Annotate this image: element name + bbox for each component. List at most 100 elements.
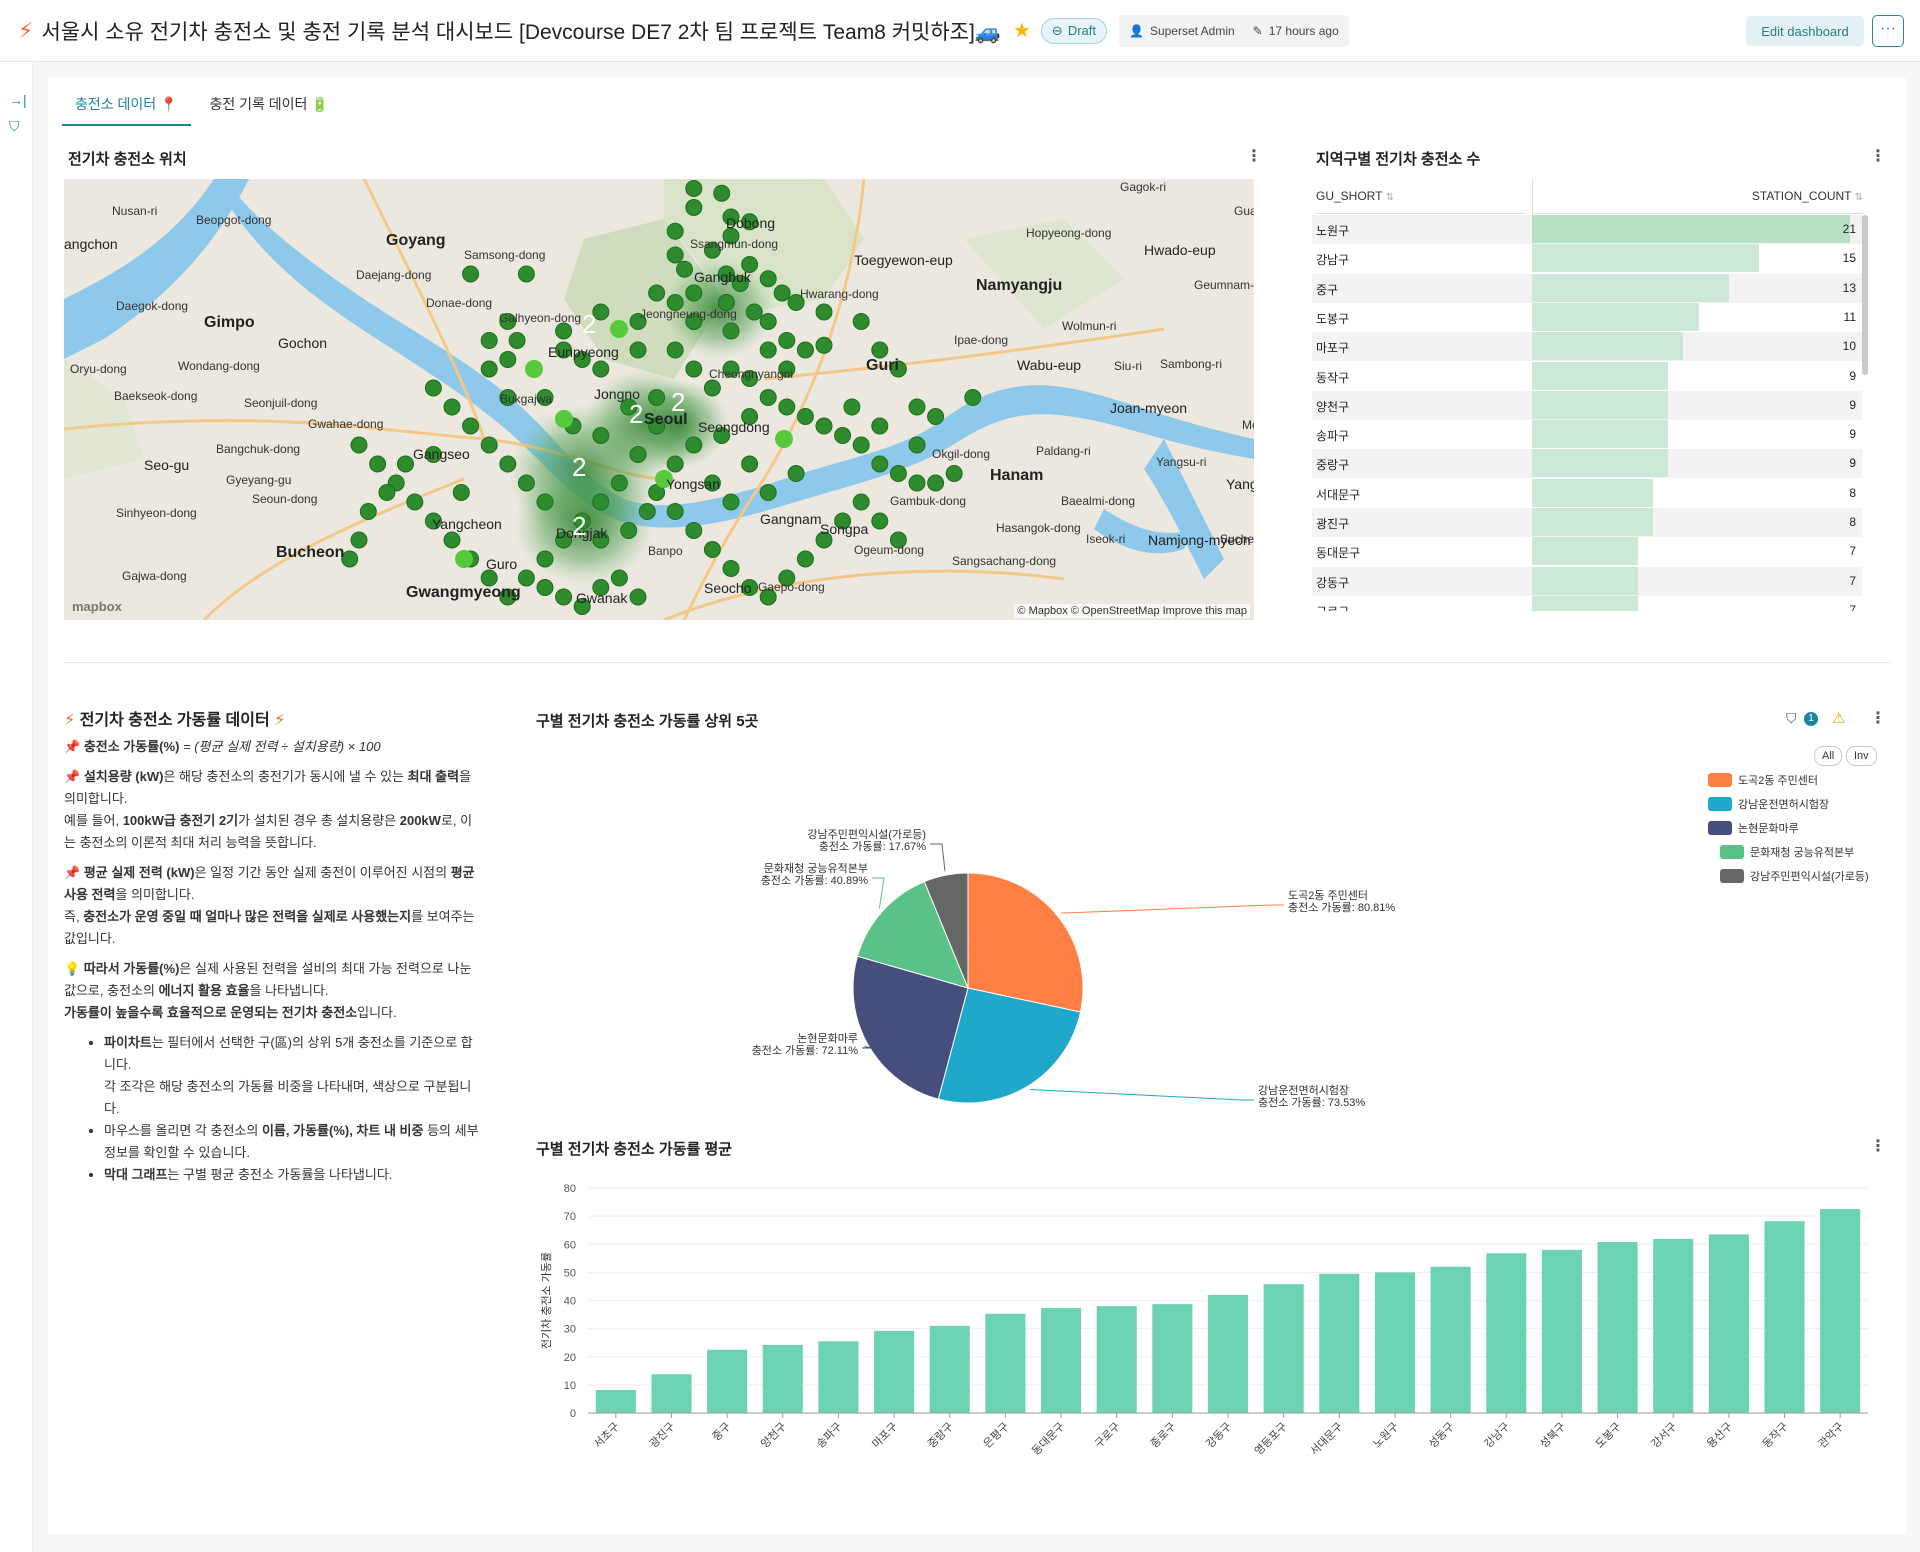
favorite-star-icon[interactable]: ★ xyxy=(1013,18,1031,43)
station-marker[interactable] xyxy=(666,503,684,520)
table-row[interactable]: 마포구 10 xyxy=(1312,332,1862,362)
station-marker[interactable] xyxy=(852,313,870,330)
station-marker[interactable] xyxy=(555,588,573,606)
station-marker[interactable] xyxy=(722,560,740,577)
bar[interactable] xyxy=(929,1325,970,1413)
bar[interactable] xyxy=(1152,1304,1193,1413)
station-marker[interactable] xyxy=(908,436,926,454)
station-marker[interactable] xyxy=(443,398,461,416)
station-marker[interactable] xyxy=(796,341,814,359)
more-options-button[interactable]: ··· xyxy=(1872,15,1904,47)
station-marker[interactable] xyxy=(945,465,963,482)
station-marker[interactable] xyxy=(685,284,703,302)
edit-dashboard-button[interactable]: Edit dashboard xyxy=(1746,16,1864,46)
column-header-gu[interactable]: GU_SHORT ⇅ xyxy=(1316,179,1526,214)
station-marker[interactable] xyxy=(676,260,693,278)
cluster-count[interactable]: 2 xyxy=(572,511,586,542)
cluster-count[interactable]: 2 xyxy=(629,399,643,430)
table-row[interactable]: 강남구 15 xyxy=(1312,244,1862,273)
station-marker[interactable] xyxy=(555,322,573,340)
station-marker[interactable] xyxy=(592,427,610,444)
station-map[interactable]: Nusan-ri Beopgot-dong Goyang angchon Sam… xyxy=(64,179,1254,620)
station-marker[interactable] xyxy=(703,379,721,397)
station-marker[interactable] xyxy=(843,398,861,416)
table-row[interactable]: 중구 13 xyxy=(1312,273,1862,303)
cluster-count[interactable]: 2 xyxy=(572,452,586,483)
station-marker[interactable] xyxy=(499,351,517,368)
column-header-count[interactable]: STATION_COUNT ⇅ xyxy=(1532,179,1863,214)
tab-charging-records[interactable]: 충전 기록 데이터 🔋 xyxy=(197,78,342,126)
station-marker[interactable] xyxy=(871,417,889,435)
bar[interactable] xyxy=(1374,1272,1415,1413)
filter-indicator-icon[interactable]: ⛉ xyxy=(1786,710,1797,727)
dashboard-title[interactable]: 서울시 소유 전기차 충전소 및 충전 기록 분석 대시보드 [Devcours… xyxy=(41,16,1001,46)
legend-select-all-button[interactable]: All xyxy=(1814,746,1843,766)
station-marker[interactable] xyxy=(455,550,473,568)
station-marker[interactable] xyxy=(722,322,740,340)
station-marker[interactable] xyxy=(350,436,368,454)
station-marker[interactable] xyxy=(685,522,703,539)
station-marker[interactable] xyxy=(908,474,926,492)
station-marker[interactable] xyxy=(629,588,647,606)
station-marker[interactable] xyxy=(871,341,889,359)
bar[interactable] xyxy=(595,1389,636,1413)
station-marker[interactable] xyxy=(536,579,554,596)
table-row[interactable]: 서대문구 8 xyxy=(1312,478,1862,508)
station-marker[interactable] xyxy=(759,341,777,359)
station-marker[interactable] xyxy=(350,531,368,549)
legend-item[interactable]: 논현문화마루 xyxy=(1708,820,1799,836)
pie-chart[interactable]: 도곡2동 주민센터 충전소 가동률: 80.81% 강남운전면허시험장 충전소 가동률… xyxy=(518,778,1418,1178)
legend-item[interactable]: 도곡2동 주민센터 xyxy=(1708,772,1818,788)
station-marker[interactable] xyxy=(536,493,554,511)
draft-badge[interactable]: ⊖ Draft xyxy=(1040,17,1107,44)
station-marker[interactable] xyxy=(852,436,870,454)
station-marker[interactable] xyxy=(648,389,666,406)
bar[interactable] xyxy=(1430,1266,1471,1413)
station-marker[interactable] xyxy=(648,284,666,302)
station-marker[interactable] xyxy=(480,436,498,454)
station-marker[interactable] xyxy=(666,455,684,473)
bar[interactable] xyxy=(1541,1249,1582,1413)
station-marker[interactable] xyxy=(592,493,610,511)
legend-item[interactable]: 강남운전면허시험장 xyxy=(1708,796,1829,812)
table-row[interactable]: 도봉구 11 xyxy=(1312,302,1862,332)
station-marker[interactable] xyxy=(462,265,480,283)
station-marker[interactable] xyxy=(610,320,628,338)
station-marker[interactable] xyxy=(927,408,945,425)
bar[interactable] xyxy=(1486,1253,1527,1413)
bar[interactable] xyxy=(1708,1234,1749,1413)
station-marker[interactable] xyxy=(759,313,777,330)
owner-info[interactable]: 👤 Superset Admin xyxy=(1129,24,1235,38)
station-marker[interactable] xyxy=(759,389,777,406)
station-marker[interactable] xyxy=(787,465,805,482)
station-marker[interactable] xyxy=(815,336,833,354)
station-marker[interactable] xyxy=(927,474,945,492)
bar[interactable] xyxy=(762,1344,803,1413)
cluster-count[interactable]: 2 xyxy=(582,309,596,340)
pie-chart-menu-icon[interactable]: ⋮ xyxy=(1870,708,1886,728)
station-marker[interactable] xyxy=(378,484,396,501)
filter-icon[interactable]: ⛉ xyxy=(9,118,20,135)
station-marker[interactable] xyxy=(759,270,777,288)
bar[interactable] xyxy=(1764,1221,1805,1413)
table-row[interactable]: 송파구 9 xyxy=(1312,420,1862,449)
station-marker[interactable] xyxy=(480,332,498,349)
station-marker[interactable] xyxy=(369,455,387,473)
station-marker[interactable] xyxy=(871,512,889,530)
table-row[interactable]: 동작구 9 xyxy=(1312,361,1862,391)
bar[interactable] xyxy=(874,1330,915,1413)
table-row[interactable]: 노원구 21 xyxy=(1312,215,1862,244)
station-marker[interactable] xyxy=(796,408,814,425)
station-marker[interactable] xyxy=(629,341,647,359)
table-chart-menu-icon[interactable]: ⋮ xyxy=(1870,146,1886,166)
station-marker[interactable] xyxy=(525,360,543,378)
station-marker[interactable] xyxy=(775,430,793,448)
table-row[interactable]: 동대문구 7 xyxy=(1312,537,1862,566)
station-marker[interactable] xyxy=(889,465,907,482)
station-marker[interactable] xyxy=(638,503,656,520)
filter-count-badge[interactable]: 1 xyxy=(1804,712,1818,726)
station-marker[interactable] xyxy=(592,360,610,378)
bar[interactable] xyxy=(1096,1306,1137,1413)
station-marker[interactable] xyxy=(666,222,684,240)
station-marker[interactable] xyxy=(778,332,796,349)
